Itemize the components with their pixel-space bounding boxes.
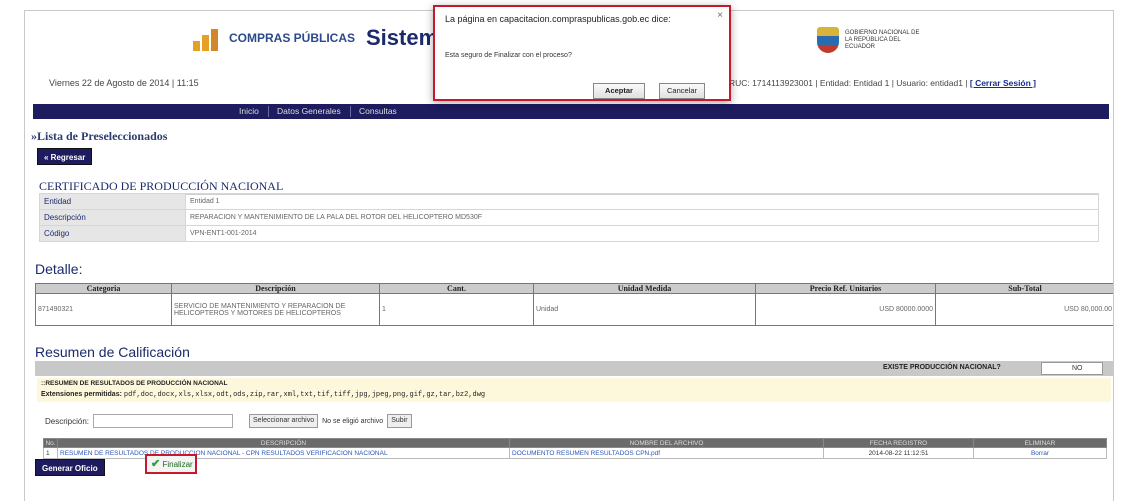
cert-row: Entidad Entidad 1	[39, 193, 1099, 210]
extensions-box: ::RESUMEN DE RESULTADOS DE PRODUCCIÓN NA…	[37, 378, 1111, 402]
page-title: »Lista de Preseleccionados	[31, 129, 168, 143]
col-header: Categoria	[35, 283, 172, 294]
cell-subtotal: USD 80,000.00	[935, 293, 1113, 326]
upload-button[interactable]: Subir	[387, 414, 412, 428]
col-header: Unidad Medida	[533, 283, 756, 294]
date-time: Viernes 22 de Agosto de 2014 | 11:15	[49, 78, 199, 88]
upload-row: Descripción: Seleccionar archivo No se e…	[45, 414, 412, 428]
cert-value: REPARACION Y MANTENIMIENTO DE LA PALA DE…	[185, 209, 1099, 226]
finalizar-button[interactable]: ✔ Finalizar	[145, 454, 197, 474]
select-file-button[interactable]: Seleccionar archivo	[249, 414, 319, 428]
user-info-text: RUC: 1714113923001 | Entidad: Entidad 1 …	[729, 78, 968, 88]
main-nav: Inicio Datos Generales Consultas	[33, 104, 1109, 119]
cert-table: Entidad Entidad 1 Descripción REPARACION Y…	[39, 193, 1099, 242]
extensions-line: Extensiones permitidas: pdf,doc,docx,xls…	[41, 391, 485, 399]
cell-precio: USD 80000.0000	[755, 293, 936, 326]
table-row: 871490321 SERVICIO DE MANTENIMIENTO Y RE…	[35, 293, 1113, 326]
cert-label: Entidad	[39, 193, 186, 210]
table-row: 1 RESUMEN DE RESULTADOS DE PRODUCCION NA…	[43, 447, 1107, 459]
col-header: No.	[43, 438, 58, 448]
col-header: Descripción	[171, 283, 380, 294]
cancel-button[interactable]: Cancelar	[659, 83, 705, 99]
check-icon: ✔	[151, 458, 161, 470]
resumen-title: Resumen de Calificación	[35, 344, 190, 360]
site-title: Sistem	[366, 25, 439, 50]
confirm-dialog: La página en capacitacion.compraspublica…	[433, 5, 731, 101]
accept-button[interactable]: Aceptar	[593, 83, 645, 99]
existe-label: EXISTE PRODUCCIÓN NACIONAL?	[883, 364, 1001, 371]
resumen-bar: EXISTE PRODUCCIÓN NACIONAL? NO	[35, 361, 1113, 376]
generar-oficio-button[interactable]: Generar Oficio	[35, 459, 105, 476]
gov-logo-text: GOBIERNO NACIONAL DE LA REPÚBLICA DEL EC…	[845, 29, 920, 50]
description-input[interactable]	[93, 414, 234, 428]
cert-label: Código	[39, 225, 186, 242]
col-header: FECHA REGISTRO	[823, 438, 974, 448]
col-header: ELIMINAR	[973, 438, 1107, 448]
logo-bars-icon	[193, 25, 223, 51]
coat-of-arms-icon	[817, 27, 839, 53]
detalle-table: Categoria Descripción Cant. Unidad Medid…	[35, 283, 1113, 326]
files-table: No. DESCRIPCIÓN NOMBRE DEL ARCHIVO FECHA…	[43, 438, 1107, 459]
logout-link[interactable]: [ Cerrar Sesión ]	[970, 78, 1036, 88]
logo-text: COMPRAS PÚBLICAS	[229, 30, 356, 45]
col-header: Cant.	[379, 283, 534, 294]
cert-label: Descripción	[39, 209, 186, 226]
file-name-link[interactable]: DOCUMENTO RESUMEN RESULTADOS CPN.pdf	[509, 447, 824, 459]
delete-link[interactable]: Borrar	[973, 447, 1107, 459]
cell-cantidad: 1	[379, 293, 534, 326]
col-header: NOMBRE DEL ARCHIVO	[509, 438, 824, 448]
nav-item-datos-generales[interactable]: Datos Generales	[277, 106, 341, 116]
cert-value: VPN-ENT1-001-2014	[185, 225, 1099, 242]
cert-value: Entidad 1	[185, 193, 1099, 210]
gov-logo: GOBIERNO NACIONAL DE LA REPÚBLICA DEL EC…	[817, 27, 925, 53]
col-header: DESCRIPCIÓN	[57, 438, 510, 448]
finalizar-label: Finalizar	[162, 460, 193, 469]
extensions-value: pdf,doc,docx,xls,xlsx,odt,ods,zip,rar,xm…	[123, 391, 486, 399]
detalle-title: Detalle:	[35, 261, 83, 277]
close-icon[interactable]: ×	[717, 10, 723, 21]
resumen-label: ::RESUMEN DE RESULTADOS DE PRODUCCIÓN NA…	[41, 380, 228, 387]
extensions-label: Extensiones permitidas:	[41, 391, 122, 398]
cert-row: Código VPN-ENT1-001-2014	[39, 225, 1099, 242]
desc-label: Descripción:	[45, 416, 90, 426]
col-header: Precio Ref. Unitarios	[755, 283, 936, 294]
cell-no: 1	[43, 447, 58, 459]
compras-publicas-logo: COMPRAS PÚBLICAS	[193, 25, 355, 51]
cell-unidad: Unidad	[533, 293, 756, 326]
nav-item-inicio[interactable]: Inicio	[239, 106, 259, 116]
no-file-text: No se eligió archivo	[322, 417, 384, 425]
back-button[interactable]: « Regresar	[37, 148, 93, 165]
user-info: RUC: 1714113923001 | Entidad: Entidad 1 …	[729, 78, 1036, 88]
file-description-link[interactable]: RESUMEN DE RESULTADOS DE PRODUCCION NACI…	[57, 447, 510, 459]
cell-descripcion: SERVICIO DE MANTENIMIENTO Y REPARACION D…	[171, 293, 380, 326]
cert-row: Descripción REPARACION Y MANTENIMIENTO DE…	[39, 209, 1099, 226]
dialog-title: La página en capacitacion.compraspublica…	[445, 14, 671, 24]
dialog-message: Esta seguro de Finalizar con el proceso?	[445, 52, 572, 59]
nav-item-consultas[interactable]: Consultas	[359, 106, 397, 116]
cell-categoria: 871490321	[35, 293, 172, 326]
cell-fecha: 2014-08-22 11:12:51	[823, 447, 974, 459]
existe-value: NO	[1041, 362, 1103, 375]
col-header: Sub-Total	[935, 283, 1113, 294]
